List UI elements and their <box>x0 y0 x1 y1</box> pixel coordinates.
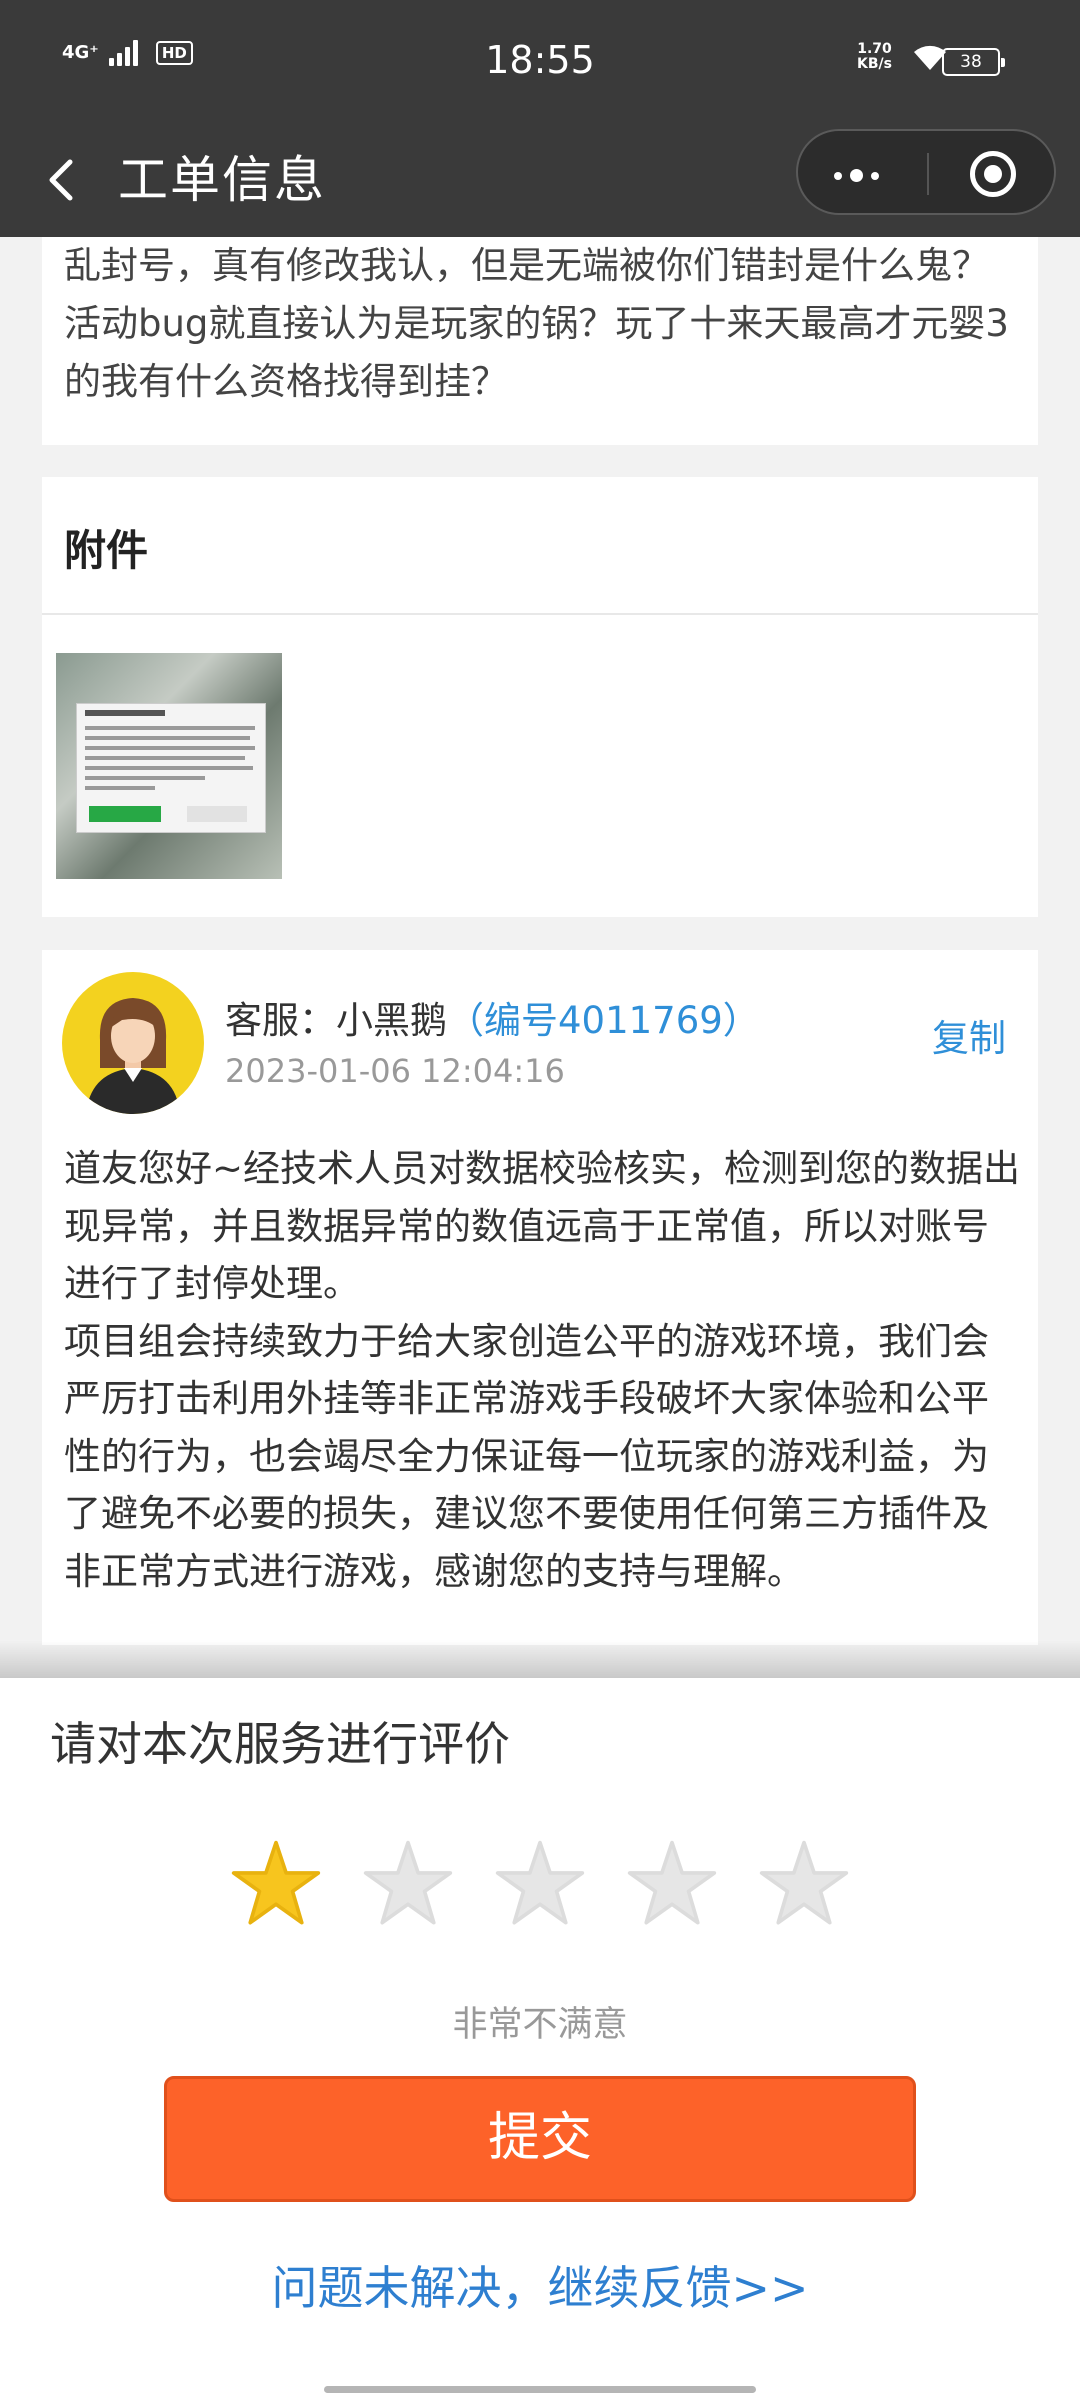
star-icon-2[interactable] <box>362 1838 454 1930</box>
reply-paragraph-1: 道友您好~经技术人员对数据校验核实，检测到您的数据出现异常，并且数据异常的数值远… <box>64 1147 1021 1305</box>
ticket-description-card: 乱封号，真有修改我认，但是无端被你们错封是什么鬼？活动bug就直接认为是玩家的锅… <box>42 237 1038 445</box>
close-target-icon[interactable] <box>970 151 1016 197</box>
agent-info: 客服：小黑鹅（编号4011769） <box>225 990 760 1044</box>
ticket-description: 乱封号，真有修改我认，但是无端被你们错封是什么鬼？活动bug就直接认为是玩家的锅… <box>64 244 1009 403</box>
reply-timestamp: 2023-01-06 12:04:16 <box>225 1052 565 1090</box>
thumbnail-dialog-image <box>76 703 266 833</box>
more-icon[interactable] <box>834 169 879 182</box>
star-icon-3[interactable] <box>494 1838 586 1930</box>
attachment-thumbnail[interactable] <box>56 653 282 879</box>
battery-level: 38 <box>960 52 982 72</box>
rating-label: 非常不满意 <box>452 2005 628 2045</box>
speed-unit: KB/s <box>857 56 892 72</box>
mini-program-capsule <box>796 129 1056 215</box>
divider <box>42 613 1038 615</box>
service-reply-card: 客服：小黑鹅（编号4011769） 2023-01-06 12:04:16 复制… <box>42 950 1038 1645</box>
star-icon-1[interactable] <box>230 1838 322 1930</box>
star-rating <box>230 1838 850 1930</box>
agent-name: 客服：小黑鹅 <box>225 999 447 1042</box>
rating-panel: 请对本次服务进行评价 非常不满意 提交 问题未解决，继续反馈>> <box>0 1678 1080 2400</box>
back-icon[interactable] <box>42 150 82 210</box>
continue-feedback-link[interactable]: 问题未解决，继续反馈>> <box>0 2252 1080 2318</box>
star-icon-4[interactable] <box>626 1838 718 1930</box>
reply-paragraph-2: 项目组会持续致力于给大家创造公平的游戏环境，我们会严厉打击利用外挂等非正常游戏手… <box>64 1319 989 1593</box>
agent-id: （编号4011769） <box>447 999 760 1042</box>
status-bar: 4G⁺ HD 18:55 1.70 KB/s 38 <box>0 0 1080 125</box>
speed-value: 1.70 <box>857 41 892 57</box>
star-icon-5[interactable] <box>758 1838 850 1930</box>
page-title: 工单信息 <box>118 151 326 209</box>
nav-bar: 工单信息 <box>0 125 1080 237</box>
status-right: 1.70 KB/s <box>857 42 950 72</box>
attachment-card: 附件 <box>42 477 1038 917</box>
network-speed: 1.70 KB/s <box>857 42 892 72</box>
copy-button[interactable]: 复制 <box>932 1008 1006 1062</box>
reply-content: 道友您好~经技术人员对数据校验核实，检测到您的数据出现异常，并且数据异常的数值远… <box>64 1140 1024 1600</box>
battery-icon: 38 <box>942 48 1005 76</box>
attachment-title: 附件 <box>64 526 149 575</box>
panel-shadow <box>0 1640 1080 1680</box>
home-indicator <box>324 2386 756 2393</box>
rating-title: 请对本次服务进行评价 <box>50 1717 510 1771</box>
capsule-divider <box>927 153 929 195</box>
submit-button[interactable]: 提交 <box>164 2076 916 2202</box>
avatar <box>62 972 204 1114</box>
